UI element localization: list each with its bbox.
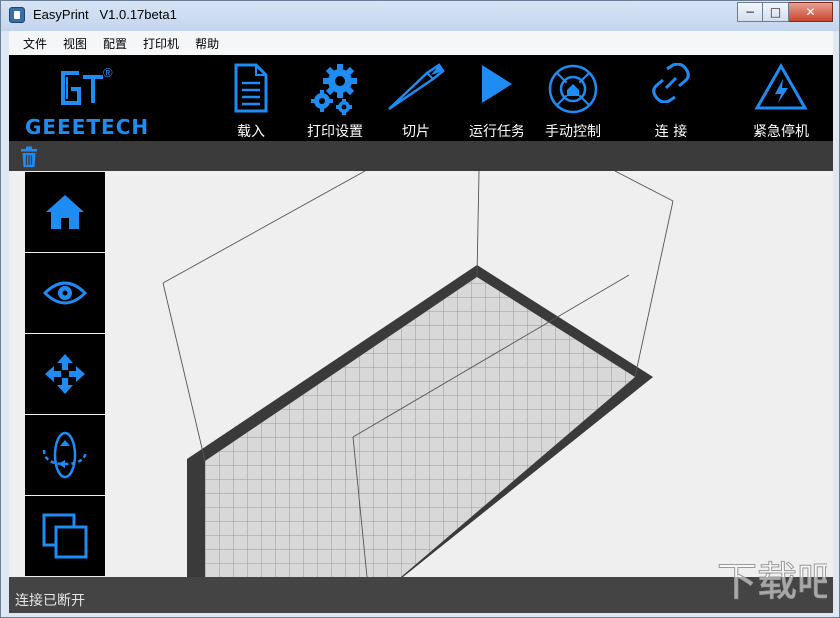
manual-control-icon — [548, 64, 598, 114]
slice-label: 切片 — [402, 124, 430, 140]
knife-icon — [388, 63, 445, 111]
connect-button[interactable]: 连 接 — [643, 55, 699, 141]
maximize-button[interactable]: □ — [763, 2, 789, 22]
eye-icon — [43, 281, 87, 305]
slice-button[interactable]: 切片 — [387, 55, 445, 141]
view-button[interactable] — [25, 253, 105, 333]
minimize-button[interactable]: − — [737, 2, 763, 22]
link-icon — [652, 63, 690, 103]
build-volume — [162, 171, 674, 577]
emergency-stop-button[interactable]: 紧急停机 — [743, 55, 819, 141]
bed-grid — [205, 277, 635, 577]
manual-control-label: 手动控制 — [545, 124, 601, 140]
app-icon — [9, 7, 25, 23]
move-icon — [45, 354, 85, 394]
connection-status: 连接已断开 — [15, 593, 85, 609]
print-settings-label: 打印设置 — [307, 124, 363, 140]
window-controls: − □ ✕ — [737, 2, 833, 22]
gear-icon — [311, 64, 357, 115]
status-bar: 连接已断开 — [9, 577, 833, 613]
main-toolbar: ® GEEETECH 载入 打印设置 切片 运行任务 手动控制 连 接 紧急停机 — [9, 55, 833, 141]
geeetech-logo-mark — [61, 71, 103, 105]
menu-file[interactable]: 文件 — [15, 35, 55, 52]
3d-viewport[interactable] — [9, 171, 833, 577]
logo-wordmark: GEEETECH — [25, 115, 150, 139]
menu-printer[interactable]: 打印机 — [135, 35, 187, 52]
watermark-text: 下载吧 — [717, 559, 827, 605]
menu-view[interactable]: 视图 — [55, 35, 95, 52]
app-window: EasyPrint V1.0.17beta1 − □ ✕ 文件 视图 配置 打印… — [0, 0, 840, 618]
title-bar[interactable]: EasyPrint V1.0.17beta1 − □ ✕ — [1, 1, 839, 31]
menu-config[interactable]: 配置 — [95, 35, 135, 52]
print-settings-button[interactable]: 打印设置 — [297, 55, 373, 141]
load-button[interactable]: 载入 — [221, 55, 281, 141]
run-task-label: 运行任务 — [469, 124, 523, 140]
warning-icon — [754, 63, 808, 110]
move-button[interactable] — [25, 334, 105, 414]
connect-label: 连 接 — [654, 124, 688, 140]
rotate-button[interactable] — [25, 415, 105, 495]
rotate-icon — [42, 431, 88, 479]
object-toolbar — [9, 141, 833, 171]
home-icon — [46, 195, 84, 229]
menu-bar: 文件 视图 配置 打印机 帮助 — [9, 31, 833, 55]
play-icon — [482, 65, 512, 103]
manual-control-button[interactable]: 手动控制 — [537, 55, 609, 141]
watermark-logo: 下载吧 — [717, 559, 827, 606]
home-view-button[interactable] — [25, 172, 105, 252]
window-title: EasyPrint V1.0.17beta1 — [33, 7, 177, 22]
menu-help[interactable]: 帮助 — [187, 35, 227, 52]
run-task-button[interactable]: 运行任务 — [469, 55, 523, 141]
document-icon — [234, 63, 268, 113]
close-button[interactable]: ✕ — [789, 2, 833, 22]
copy-icon — [42, 513, 88, 559]
emergency-stop-label: 紧急停机 — [753, 124, 809, 140]
copy-button[interactable] — [25, 496, 105, 576]
trash-icon[interactable] — [19, 146, 39, 168]
geeetech-logo: ® GEEETECH — [23, 65, 148, 139]
load-label: 载入 — [237, 124, 265, 140]
view-tools — [25, 172, 105, 577]
registered-mark: ® — [103, 65, 113, 80]
